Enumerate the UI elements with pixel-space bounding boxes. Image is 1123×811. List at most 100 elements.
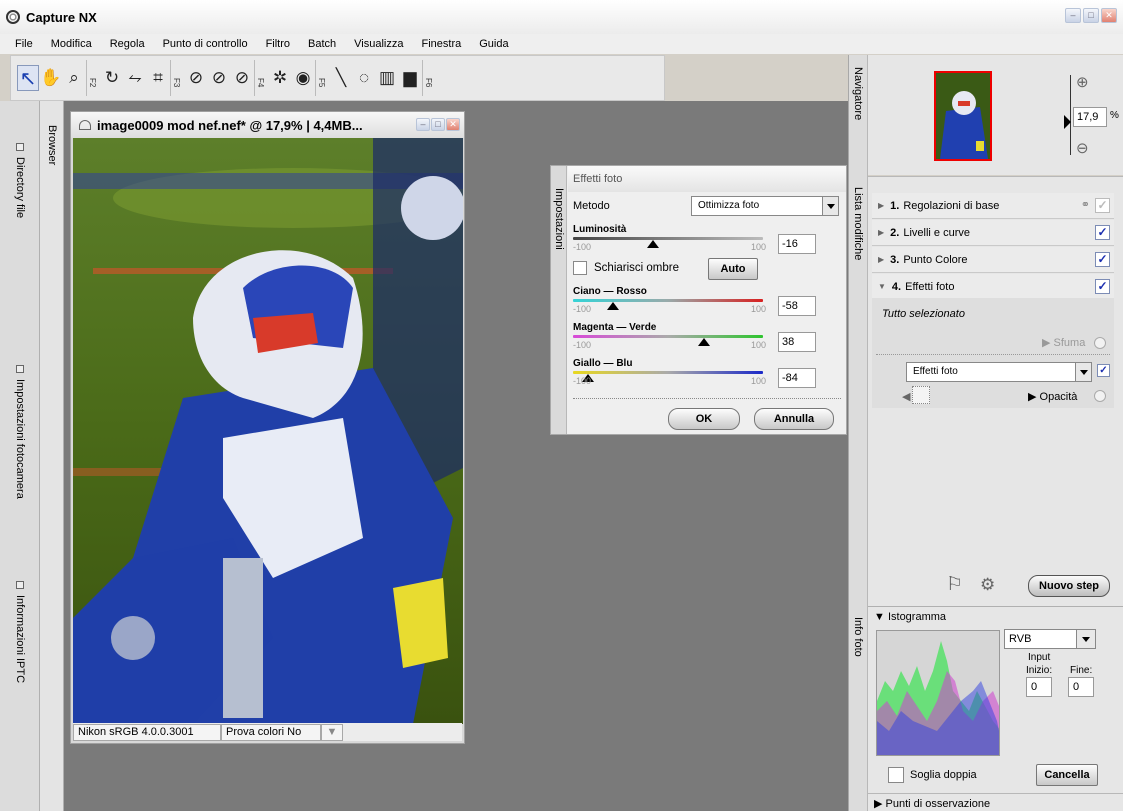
toolbar: ↖ ✋ ⌕ F2 ↻ ⥊ ⌗ F3 ⊘ ⊘ ⊘ F4 ✲ ◉ F5 ╲ ◌ ▥ … bbox=[10, 55, 665, 101]
step-row-2[interactable]: ▶ 2. Livelli e curve ✓ bbox=[872, 220, 1114, 246]
inizio-input[interactable]: 0 bbox=[1026, 677, 1052, 697]
tab-directory-file[interactable]: Directory file bbox=[6, 143, 34, 218]
photo-canvas[interactable] bbox=[73, 138, 463, 724]
effect-checkbox[interactable]: ✓ bbox=[1097, 364, 1110, 377]
brush-icon[interactable]: ╲ bbox=[330, 65, 352, 91]
direct-select-icon[interactable]: ↖ bbox=[17, 65, 39, 91]
step-checkbox-1[interactable]: ✓ bbox=[1095, 198, 1110, 213]
tab-info-foto[interactable]: Info foto bbox=[852, 617, 864, 657]
maximize-icon[interactable]: □ bbox=[1083, 8, 1099, 23]
nuovo-step-button[interactable]: Nuovo step bbox=[1028, 575, 1110, 597]
input-label: Input bbox=[1028, 652, 1051, 663]
menu-file[interactable]: File bbox=[6, 38, 42, 50]
red-eye-icon[interactable]: ◉ bbox=[292, 65, 314, 91]
sfuma-radio[interactable] bbox=[1094, 337, 1106, 349]
divider bbox=[876, 354, 1110, 355]
lasso-icon[interactable]: ◌ bbox=[353, 65, 375, 91]
annulla-button[interactable]: Annulla bbox=[754, 408, 834, 430]
effect-select[interactable]: Effetti foto bbox=[906, 362, 1092, 382]
minimize-icon[interactable]: – bbox=[1065, 8, 1081, 23]
crop-icon[interactable]: ⌗ bbox=[147, 65, 169, 91]
tab-informazioni-iptc[interactable]: Informazioni IPTC bbox=[6, 581, 34, 683]
luminosita-value[interactable]: -16 bbox=[778, 234, 816, 254]
step-checkbox-4[interactable]: ✓ bbox=[1095, 279, 1110, 294]
menu-filtro[interactable]: Filtro bbox=[257, 38, 299, 50]
tab-browser[interactable]: Browser bbox=[46, 125, 58, 165]
maximize-icon[interactable]: □ bbox=[431, 118, 445, 131]
menu-regola[interactable]: Regola bbox=[101, 38, 154, 50]
step-row-3[interactable]: ▶ 3. Punto Colore ✓ bbox=[872, 247, 1114, 273]
magenta-track[interactable] bbox=[573, 335, 763, 338]
mask-icon[interactable] bbox=[912, 386, 930, 404]
zoom-slider-thumb[interactable] bbox=[1064, 115, 1071, 129]
metodo-select[interactable]: Ottimizza foto bbox=[691, 196, 839, 216]
menu-batch[interactable]: Batch bbox=[299, 38, 345, 50]
luminosita-thumb[interactable] bbox=[646, 240, 659, 248]
step-name: Livelli e curve bbox=[903, 226, 970, 239]
hand-icon[interactable]: ✋ bbox=[40, 65, 62, 91]
close-icon[interactable]: ✕ bbox=[446, 118, 460, 131]
cancella-button[interactable]: Cancella bbox=[1036, 764, 1098, 786]
sfuma-label[interactable]: ▶ Sfuma bbox=[1042, 336, 1085, 349]
color-control-point-icon[interactable]: ✲ bbox=[269, 65, 291, 91]
step-number: 1. bbox=[890, 199, 900, 212]
menu-modifica[interactable]: Modifica bbox=[42, 38, 101, 50]
straighten-icon[interactable]: ⥊ bbox=[124, 65, 146, 91]
zoom-icon[interactable]: ⌕ bbox=[63, 65, 85, 91]
auto-button[interactable]: Auto bbox=[708, 258, 758, 280]
ok-button[interactable]: OK bbox=[668, 408, 740, 430]
minimize-icon[interactable]: – bbox=[416, 118, 430, 131]
tab-lista-modifiche[interactable]: Lista modifiche bbox=[852, 187, 864, 260]
document-icon bbox=[79, 120, 91, 130]
punti-header[interactable]: ▶ Punti di osservazione bbox=[874, 797, 990, 810]
menu-finestra[interactable]: Finestra bbox=[412, 38, 470, 50]
magenta-max: 100 bbox=[751, 340, 767, 350]
white-point-icon[interactable]: ⊘ bbox=[231, 65, 253, 91]
ciano-value[interactable]: -58 bbox=[778, 296, 816, 316]
giallo-value[interactable]: -84 bbox=[778, 368, 816, 388]
tab-impostazioni-fotocamera[interactable]: Impostazioni fotocamera bbox=[6, 365, 34, 499]
ciano-thumb[interactable] bbox=[606, 302, 619, 310]
luminosita-track[interactable] bbox=[573, 237, 763, 240]
effect-select-value: Effetti foto bbox=[913, 366, 958, 377]
step-checkbox-2[interactable]: ✓ bbox=[1095, 225, 1110, 240]
proof-colors[interactable]: Prova colori No bbox=[221, 723, 321, 741]
close-icon[interactable]: ✕ bbox=[1101, 8, 1117, 23]
chevron-down-icon[interactable] bbox=[1076, 629, 1096, 649]
flag-icon[interactable]: ⚐ bbox=[946, 573, 963, 596]
ciano-track[interactable] bbox=[573, 299, 763, 302]
step-checkbox-3[interactable]: ✓ bbox=[1095, 252, 1110, 267]
settings-label[interactable]: Impostazioni bbox=[553, 188, 565, 250]
gradient-icon[interactable]: ▥ bbox=[376, 65, 398, 91]
zoom-in-icon[interactable]: ⊕ bbox=[1076, 73, 1089, 91]
opacita-label[interactable]: ▶ Opacità bbox=[1028, 390, 1077, 403]
chevron-down-icon bbox=[1075, 363, 1091, 381]
magenta-thumb[interactable] bbox=[698, 338, 711, 346]
collapse-icon bbox=[16, 581, 24, 589]
black-point-icon[interactable]: ⊘ bbox=[185, 65, 207, 91]
menu-visualizza[interactable]: Visualizza bbox=[345, 38, 412, 50]
magenta-value[interactable]: 38 bbox=[778, 332, 816, 352]
arrow-left-icon[interactable]: ◀ bbox=[902, 390, 910, 403]
fill-icon[interactable]: ▆ bbox=[399, 65, 421, 91]
zoom-out-icon[interactable]: ⊖ bbox=[1076, 139, 1089, 157]
soglia-checkbox[interactable] bbox=[888, 767, 904, 783]
opacita-radio[interactable] bbox=[1094, 390, 1106, 402]
schiarisci-checkbox[interactable] bbox=[573, 261, 587, 275]
menu-guida[interactable]: Guida bbox=[470, 38, 517, 50]
step-row-4[interactable]: ▼ 4. Effetti foto ✓ bbox=[872, 274, 1114, 300]
menu-punto-di-controllo[interactable]: Punto di controllo bbox=[154, 38, 257, 50]
giallo-track[interactable] bbox=[573, 371, 763, 374]
step-row-1[interactable]: ▶ 1. Regolazioni di base ⚭ ✓ bbox=[872, 193, 1114, 219]
histogram-header[interactable]: ▼ Istogramma bbox=[874, 611, 946, 623]
rotate-icon[interactable]: ↻ bbox=[101, 65, 123, 91]
image-window-title-bar[interactable]: image0009 mod nef.nef* @ 17,9% | 4,4MB..… bbox=[71, 112, 464, 138]
fine-input[interactable]: 0 bbox=[1068, 677, 1094, 697]
window-controls: – □ ✕ bbox=[1065, 8, 1117, 23]
chevron-down-icon[interactable]: ▼ bbox=[321, 723, 343, 741]
zoom-value[interactable]: 17,9 bbox=[1073, 107, 1107, 127]
neutral-point-icon[interactable]: ⊘ bbox=[208, 65, 230, 91]
navigator-thumbnail[interactable] bbox=[934, 71, 992, 161]
tab-navigatore[interactable]: Navigatore bbox=[852, 67, 864, 120]
gear-icon[interactable]: ⚙ bbox=[980, 575, 995, 595]
